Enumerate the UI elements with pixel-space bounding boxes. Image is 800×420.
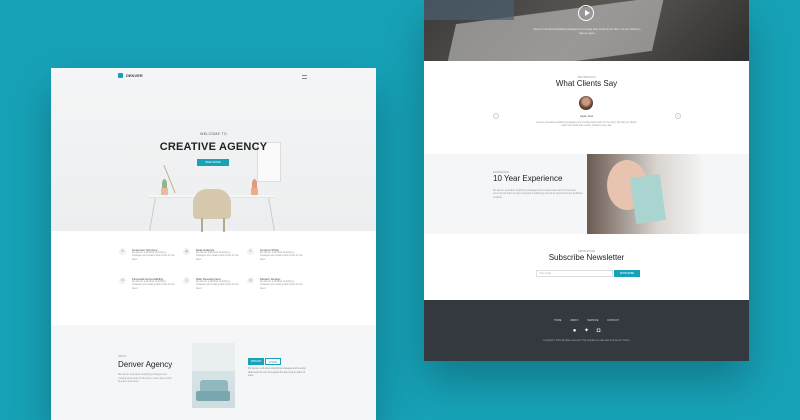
experience-section: EXPERIENCE 10 Year Experience We denver … (424, 154, 749, 234)
experience-title: 10 Year Experience (493, 174, 563, 183)
tab-content: We denver a all about simplifying strate… (248, 368, 306, 377)
footer-link-about[interactable]: ABOUT (570, 319, 579, 322)
footer-nav: HOME ABOUT SERVICE CONTACT (424, 319, 749, 322)
flower-image (252, 179, 257, 188)
about-title: Denver Agency (118, 360, 173, 369)
chair-leg (223, 218, 225, 232)
sofa-base-image (196, 391, 230, 401)
pen-icon: ✎ (247, 248, 254, 255)
background: { "colors": {"accent": "#17a2b8", "backg… (0, 0, 800, 420)
about-kicker: ABOUT (118, 355, 127, 358)
subscribe-button[interactable]: SUBSCRIBE (614, 270, 640, 277)
window-image (192, 343, 235, 371)
about-text: We denver a all about simplifying strate… (118, 374, 172, 383)
feature-desc: We denver a all about simplifying strate… (132, 252, 175, 261)
footer-link-contact[interactable]: CONTACT (607, 319, 619, 322)
tab-mission[interactable]: MISSION (248, 358, 264, 365)
testimonial-quote: Denver a all about simplifying strategie… (536, 122, 637, 128)
chart-icon: ▥ (247, 277, 254, 284)
hero-section: DENVER WELCOME TO CREATIVE AGENCY READ M… (51, 68, 376, 232)
feature-desc: We denver a all about simplifying strate… (132, 281, 175, 290)
footer-link-service[interactable]: SERVICE (587, 319, 598, 322)
feature-desc: We denver a all about simplifying strate… (260, 252, 303, 261)
sleeve-image (424, 0, 514, 20)
homepage-mockup-left: DENVER WELCOME TO CREATIVE AGENCY READ M… (51, 68, 376, 420)
site-logo[interactable]: DENVER (118, 73, 143, 78)
about-section: ABOUT Denver Agency We denver a all abou… (51, 325, 376, 420)
experience-text: We denver a all about simplifying strate… (493, 190, 583, 199)
logo-text: DENVER (126, 73, 143, 78)
client-name: Jaylen Vess (579, 115, 594, 118)
client-avatar (579, 96, 593, 110)
logo-icon (118, 73, 123, 78)
hero-title: CREATIVE AGENCY (159, 141, 268, 153)
video-caption: Denver a all about simplifying strategie… (533, 28, 641, 35)
plant-image (162, 179, 167, 188)
footer-link-home[interactable]: HOME (554, 319, 562, 322)
chair-leg (201, 218, 203, 232)
tab-vision[interactable]: VISION (265, 358, 281, 365)
woman-reading-image (587, 154, 703, 234)
email-field[interactable]: Your email (536, 270, 613, 277)
facebook-icon[interactable]: ● (571, 328, 578, 335)
footer: HOME ABOUT SERVICE CONTACT ● ✦ ◘ Copyrig… (424, 300, 749, 361)
chair-image (193, 189, 231, 219)
data-icon: ▤ (183, 248, 190, 255)
gear-icon: ⚙ (119, 277, 126, 284)
newsletter-title: Subscribe Newsletter (548, 253, 625, 262)
plant-pot-image (161, 188, 168, 195)
hero-kicker: WELCOME TO (200, 132, 227, 136)
feature-desc: We denver a all about simplifying strate… (260, 281, 303, 290)
vase-image (251, 188, 258, 195)
desk-leg (149, 198, 156, 231)
chat-icon: ✆ (119, 248, 126, 255)
video-section: Denver a all about simplifying strategie… (424, 0, 749, 61)
feature-desc: We denver a all about simplifying strate… (196, 281, 239, 290)
copyright-text: Copyright © 2021 All rights reserved | T… (543, 340, 630, 342)
desk-leg (268, 198, 275, 231)
play-icon[interactable] (578, 5, 594, 21)
homepage-mockup-right: Denver a all about simplifying strategie… (424, 0, 749, 361)
hamburger-icon[interactable] (302, 75, 307, 79)
twitter-icon[interactable]: ✦ (583, 328, 590, 335)
instagram-icon[interactable]: ◘ (595, 328, 602, 335)
target-icon: ◎ (183, 277, 190, 284)
read-more-button[interactable]: READ MORE (197, 159, 229, 166)
testimonials-title: What Clients Say (555, 79, 618, 88)
feature-desc: We denver a all about simplifying strate… (196, 252, 239, 261)
office-image (192, 343, 235, 408)
book-image (629, 174, 667, 224)
